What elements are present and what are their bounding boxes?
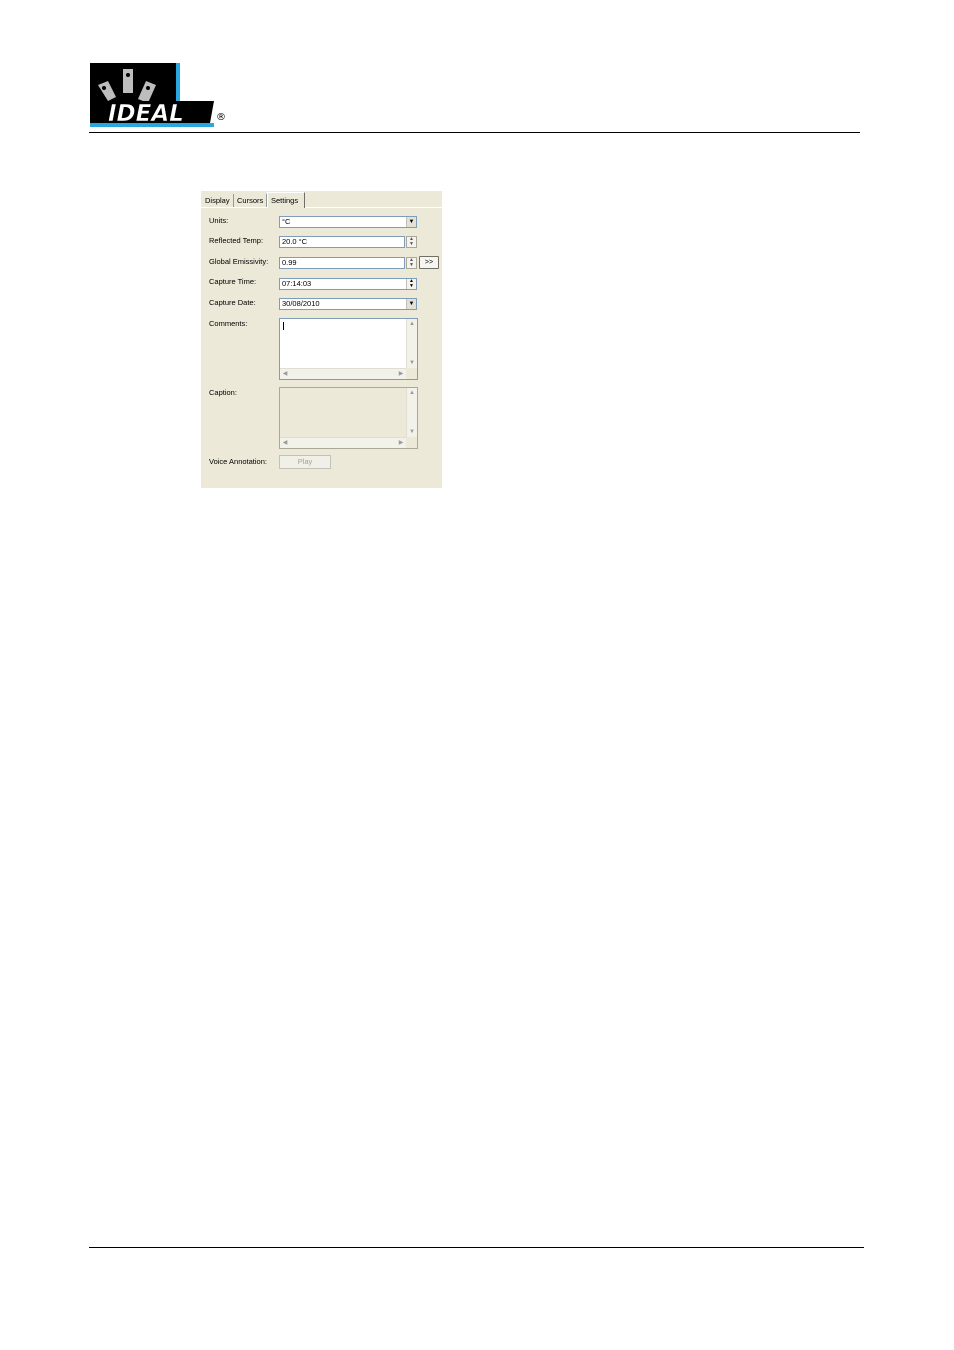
global-emissivity-spinner[interactable]: ▲ ▼ [406, 257, 417, 269]
capture-time-label: Capture Time: [209, 277, 257, 286]
capture-date-value: 30/08/2010 [282, 299, 320, 308]
emissivity-more-button[interactable]: >> [419, 256, 439, 269]
scroll-corner [406, 368, 417, 379]
tab-cursors[interactable]: Cursors [234, 194, 267, 207]
caption-label: Caption: [209, 388, 237, 397]
global-emissivity-input[interactable]: 0.99 [279, 257, 405, 269]
chevron-down-icon[interactable]: ▼ [406, 217, 416, 227]
scroll-down-icon[interactable]: ▼ [407, 427, 417, 437]
spin-down-icon[interactable]: ▼ [407, 263, 416, 268]
comments-textarea[interactable]: ▲ ▼ ◀ ▶ [279, 318, 418, 380]
scroll-right-icon[interactable]: ▶ [396, 438, 406, 448]
units-select[interactable]: °C ▼ [279, 216, 417, 228]
global-emissivity-label: Global Emissivity: [209, 257, 269, 266]
caption-textarea[interactable]: ▲ ▼ ◀ ▶ [279, 387, 418, 449]
tab-settings[interactable]: Settings [267, 192, 305, 208]
tab-strip: Display Cursors Settings [201, 191, 442, 208]
scroll-up-icon[interactable]: ▲ [407, 319, 417, 329]
capture-time-spinner[interactable]: ▲ ▼ [406, 279, 416, 289]
trademark-symbol: ® [216, 112, 226, 123]
ideal-logo-graphic: IDEAL [90, 63, 214, 127]
chevron-down-icon[interactable]: ▼ [406, 299, 416, 309]
text-caret [283, 322, 284, 330]
reflected-temp-label: Reflected Temp: [209, 236, 264, 245]
scroll-left-icon[interactable]: ◀ [280, 438, 290, 448]
capture-time-value: 07:14:03 [282, 279, 312, 288]
voice-annotation-label: Voice Annotation: [209, 457, 267, 466]
comments-label: Comments: [209, 319, 248, 328]
reflected-temp-spinner[interactable]: ▲ ▼ [406, 236, 417, 248]
horizontal-scrollbar[interactable]: ◀ ▶ [280, 368, 406, 379]
scroll-right-icon[interactable]: ▶ [396, 369, 406, 379]
units-value: °C [282, 217, 291, 226]
scroll-down-icon[interactable]: ▼ [407, 358, 417, 368]
ideal-logo: IDEAL ® [90, 63, 230, 127]
scroll-corner [406, 437, 417, 448]
header-rule [89, 132, 860, 133]
capture-time-input[interactable]: 07:14:03 ▲ ▼ [279, 278, 417, 290]
capture-date-label: Capture Date: [209, 298, 256, 307]
play-button[interactable]: Play [279, 455, 331, 469]
vertical-scrollbar[interactable]: ▲ ▼ [406, 388, 417, 437]
spin-down-icon[interactable]: ▼ [407, 242, 416, 247]
scroll-up-icon[interactable]: ▲ [407, 388, 417, 398]
footer-rule [89, 1247, 864, 1248]
reflected-temp-input[interactable]: 20.0 °C [279, 236, 405, 248]
logo-wordmark: IDEAL [108, 101, 184, 127]
horizontal-scrollbar[interactable]: ◀ ▶ [280, 437, 406, 448]
scroll-left-icon[interactable]: ◀ [280, 369, 290, 379]
units-label: Units: [209, 216, 229, 225]
capture-date-picker[interactable]: 30/08/2010 ▼ [279, 298, 417, 310]
vertical-scrollbar[interactable]: ▲ ▼ [406, 319, 417, 368]
settings-panel: Display Cursors Settings Units: °C ▼ Ref… [201, 191, 442, 488]
tab-display[interactable]: Display [202, 194, 234, 207]
